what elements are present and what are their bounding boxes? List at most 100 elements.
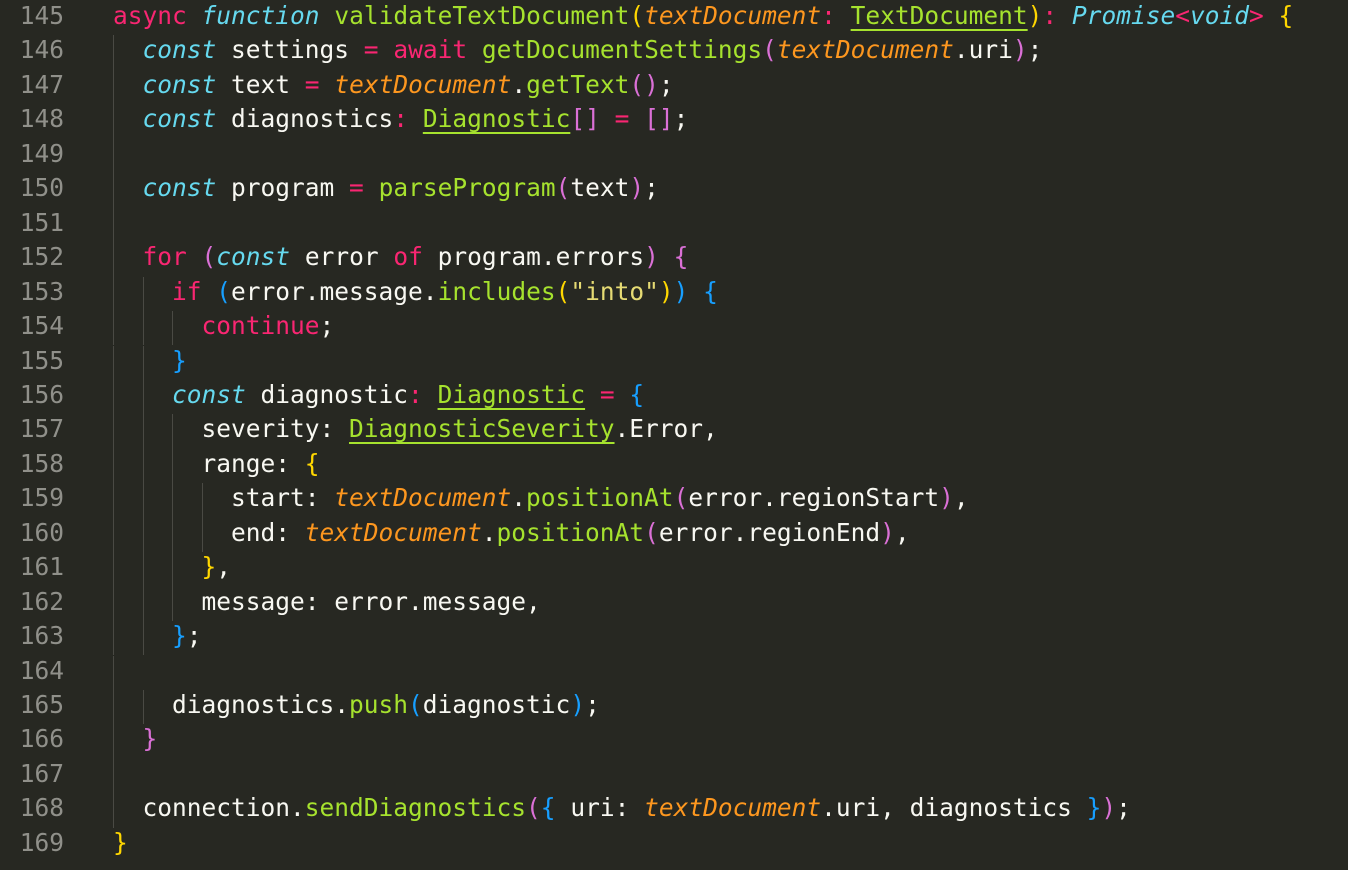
token-storage: const — [216, 242, 291, 272]
code-text: continue; — [202, 311, 335, 340]
indent-guide — [142, 276, 144, 311]
token-function: parseProgram — [378, 173, 556, 203]
indent-guide — [172, 483, 173, 518]
code-text: const diagnostic: Diagnostic = { — [172, 380, 644, 409]
indent-guide — [172, 517, 173, 553]
token-keyword: : — [393, 104, 409, 134]
token-paren-level-2: ) — [629, 173, 645, 203]
code-line[interactable]: 148 const diagnostics: Diagnostic[] = []; — [0, 104, 1348, 139]
token-keyword: < — [1175, 1, 1190, 30]
code-line[interactable]: 147 const text = textDocument.getText(); — [0, 69, 1348, 105]
line-number: 167 — [19, 758, 64, 788]
code-line[interactable]: 163}; — [0, 621, 1348, 656]
token-paren-level-1: } — [113, 827, 128, 857]
line-number: 150 — [19, 173, 64, 203]
token-plain: diagnostic — [245, 379, 409, 409]
indent-guide — [113, 758, 114, 794]
code-line[interactable]: 149 — [0, 138, 1348, 174]
token-function: sendDiagnostics — [304, 793, 527, 823]
token-plain: ; — [319, 311, 335, 341]
token-type: TextDocument — [850, 1, 1028, 30]
token-paren-level-2: { — [673, 242, 689, 272]
code-line[interactable]: 159 start: textDocument.positionAt(error.… — [0, 483, 1348, 518]
indent-guide — [113, 621, 114, 656]
token-function: push — [349, 690, 409, 719]
code-line[interactable]: 161}, — [0, 552, 1348, 587]
code-line[interactable]: 150 const program = parseProgram(text); — [0, 173, 1348, 208]
token-type: Diagnostic — [422, 104, 571, 134]
token-plain: .uri, diagnostics — [821, 793, 1087, 823]
code-line[interactable]: 162 message: error.message, — [0, 586, 1348, 622]
code-line[interactable]: 167 — [0, 758, 1348, 794]
indent-guide — [142, 379, 144, 415]
token-storage: void — [1189, 1, 1249, 30]
indent-guide — [142, 448, 144, 484]
token-paren-level-1: { — [1278, 1, 1294, 30]
code-line[interactable]: 155} — [0, 345, 1348, 380]
code-line[interactable]: 165 diagnostics.push(diagnostic); — [0, 690, 1348, 725]
indent-guide — [113, 483, 114, 518]
token-keyword: : — [408, 379, 423, 409]
token-plain: ; — [585, 690, 600, 719]
indent-guide — [172, 311, 173, 346]
token-plain: range: — [201, 448, 305, 478]
code-line[interactable]: 157 severity: DiagnosticSeverity.Error, — [0, 414, 1348, 449]
token-paren-level-3: ) — [570, 690, 586, 719]
token-paren-level-2: () — [629, 69, 659, 99]
line-number: 154 — [19, 311, 64, 341]
token-plain: settings — [216, 35, 364, 65]
code-text: diagnostics.push(diagnostic); — [172, 690, 600, 719]
token-paren-level-2: ( — [201, 242, 217, 272]
token-paren-level-3: } — [172, 621, 187, 651]
code-line[interactable]: 145 async function validateTextDocument(t… — [0, 1, 1348, 35]
code-line[interactable]: 154 continue; — [0, 311, 1348, 346]
code-line[interactable]: 146 const settings = await getDocumentSet… — [0, 35, 1348, 70]
token-parameter: textDocument — [776, 35, 954, 65]
token-plain: diagnostic — [422, 690, 571, 719]
token-plain: uri: — [555, 793, 645, 823]
indent-guide — [113, 552, 114, 587]
token-keyword: = — [349, 173, 364, 203]
token-paren-level-2: ( — [673, 483, 689, 513]
token-paren-level-3: ) — [673, 276, 689, 306]
token-paren-level-1: ( — [555, 276, 571, 306]
line-number: 169 — [19, 827, 64, 857]
code-editor[interactable]: 145 async function validateTextDocument(t… — [0, 0, 1348, 870]
code-line[interactable]: 152 for (const error of program.errors) { — [0, 242, 1348, 277]
code-text: severity: DiagnosticSeverity.Error, — [202, 414, 718, 443]
code-line[interactable]: 166} — [0, 724, 1348, 759]
token-parameter: textDocument — [334, 69, 512, 99]
code-text: end: textDocument.positionAt(error.regio… — [231, 518, 910, 547]
indent-guide — [142, 690, 144, 725]
token-keyword: await — [393, 35, 468, 65]
indent-guide — [113, 207, 114, 243]
token-keyword: async — [113, 1, 187, 30]
token-paren-level-3: ( — [216, 276, 232, 306]
code-line[interactable]: 160 end: textDocument.positionAt(error.re… — [0, 517, 1348, 553]
line-number: 152 — [19, 242, 64, 272]
indent-guide — [113, 138, 114, 174]
code-line[interactable]: 168 connection.sendDiagnostics({ uri: tex… — [0, 793, 1348, 828]
code-line[interactable]: 156 const diagnostic: Diagnostic = { — [0, 379, 1348, 415]
code-line[interactable]: 164 — [0, 655, 1348, 690]
indent-guide — [172, 448, 173, 484]
code-line[interactable]: 153 if (error.message.includes("into")) { — [0, 276, 1348, 311]
code-line[interactable]: 151 — [0, 207, 1348, 243]
code-line[interactable]: 169} — [0, 828, 1348, 862]
indent-guide — [142, 621, 144, 656]
code-text: const text = textDocument.getText(); — [143, 70, 674, 99]
token-plain: connection. — [142, 793, 305, 823]
indent-guide — [142, 517, 144, 553]
code-line[interactable]: 158 range: { — [0, 448, 1348, 484]
token-paren-level-2: ( — [555, 173, 571, 203]
token-parameter: textDocument — [304, 517, 482, 547]
indent-guide — [113, 104, 114, 139]
token-keyword: = — [599, 379, 615, 409]
line-number: 157 — [19, 414, 64, 444]
